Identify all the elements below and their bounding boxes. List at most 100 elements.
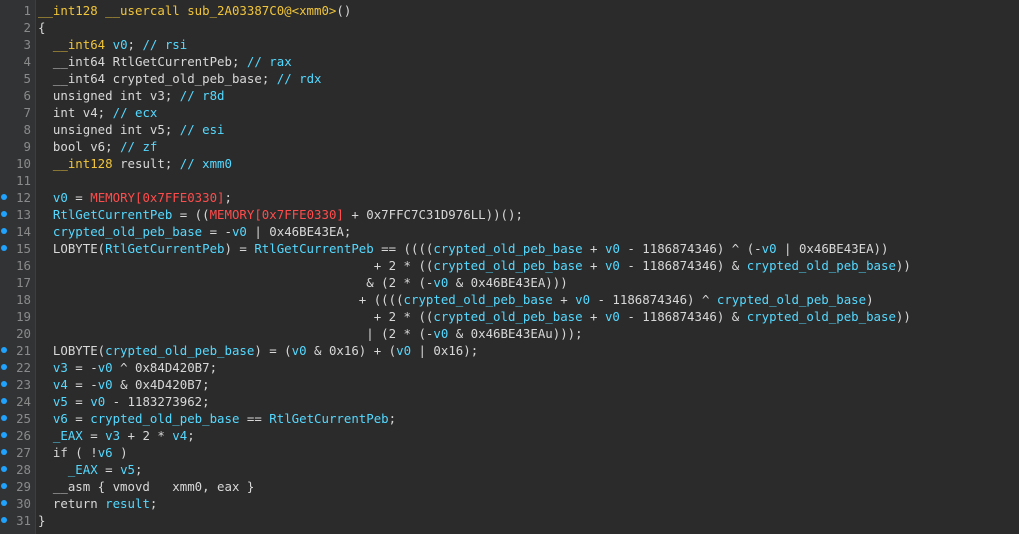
- breakpoint-dot-icon[interactable]: [1, 449, 7, 455]
- code-token[interactable]: ;: [262, 71, 277, 86]
- breakpoint-dot-icon[interactable]: [1, 347, 7, 353]
- code-token[interactable]: ): [113, 445, 127, 460]
- breakpoint-dot-icon[interactable]: [1, 364, 7, 370]
- code-token[interactable]: crypted_old_peb_base: [717, 292, 866, 307]
- code-token[interactable]: crypted_old_peb_base: [747, 309, 896, 324]
- code-token[interactable]: unsigned int v3;: [38, 88, 180, 103]
- code-token[interactable]: v3: [53, 360, 68, 375]
- code-token[interactable]: // ecx: [113, 105, 158, 120]
- code-token[interactable]: v6: [53, 411, 68, 426]
- code-token[interactable]: v4: [53, 377, 68, 392]
- code-token[interactable]: // rsi: [142, 37, 187, 52]
- code-line[interactable]: __int64 v0; // rsi: [38, 36, 187, 53]
- code-token[interactable]: [38, 411, 53, 426]
- code-token[interactable]: crypted_old_peb_base: [105, 343, 254, 358]
- code-token[interactable]: = -: [68, 360, 97, 375]
- code-line[interactable]: LOBYTE(RtlGetCurrentPeb) = RtlGetCurrent…: [38, 240, 889, 257]
- code-token[interactable]: ;: [225, 190, 232, 205]
- code-line[interactable]: v6 = crypted_old_peb_base == RtlGetCurre…: [38, 410, 396, 427]
- code-token[interactable]: - 1186874346) ^ (-: [620, 241, 761, 256]
- code-token[interactable]: +: [583, 258, 605, 273]
- code-line[interactable]: LOBYTE(crypted_old_peb_base) = (v0 & 0x1…: [38, 342, 478, 359]
- code-token[interactable]: [105, 37, 112, 52]
- code-token[interactable]: )): [896, 309, 911, 324]
- code-token[interactable]: __asm { vmovd xmm0, eax }: [38, 479, 254, 494]
- code-line[interactable]: _EAX = v5;: [38, 461, 143, 478]
- code-token[interactable]: v0: [605, 309, 620, 324]
- code-token[interactable]: crypted_old_peb_base: [433, 258, 582, 273]
- code-token[interactable]: v0: [575, 292, 590, 307]
- breakpoint-dot-icon[interactable]: [1, 517, 7, 523]
- breakpoint-dot-icon[interactable]: [1, 245, 7, 251]
- code-token[interactable]: = -: [202, 224, 232, 239]
- code-token[interactable]: LOBYTE(: [38, 241, 105, 256]
- code-token[interactable]: bool v6;: [38, 139, 120, 154]
- code-token[interactable]: | 0x46BE43EA;: [247, 224, 351, 239]
- code-token[interactable]: + ((((: [38, 292, 404, 307]
- code-token[interactable]: ;: [135, 462, 142, 477]
- code-token[interactable]: ) = (: [254, 343, 291, 358]
- code-token[interactable]: RtlGetCurrentPeb: [53, 207, 172, 222]
- code-line[interactable]: __int64 RtlGetCurrentPeb; // rax: [38, 53, 292, 70]
- code-token[interactable]: crypted_old_peb_base: [404, 292, 553, 307]
- code-token[interactable]: v0: [433, 326, 448, 341]
- code-token[interactable]: [38, 190, 53, 205]
- breakpoint-dot-icon[interactable]: [1, 228, 7, 234]
- code-token[interactable]: return: [38, 496, 105, 511]
- breakpoint-dot-icon[interactable]: [1, 466, 7, 472]
- code-token[interactable]: =: [98, 462, 120, 477]
- code-token[interactable]: result;: [113, 156, 180, 171]
- code-line[interactable]: v5 = v0 - 1183273962;: [38, 393, 210, 410]
- code-token[interactable]: // zf: [120, 139, 157, 154]
- code-token[interactable]: {: [38, 20, 45, 35]
- code-token[interactable]: ) =: [225, 241, 255, 256]
- code-line[interactable]: + 2 * ((crypted_old_peb_base + v0 - 1186…: [38, 257, 911, 274]
- code-token[interactable]: - 1186874346) ^: [590, 292, 717, 307]
- code-line[interactable]: v3 = -v0 ^ 0x84D420B7;: [38, 359, 217, 376]
- breakpoint-dot-icon[interactable]: [1, 211, 7, 217]
- code-token[interactable]: MEMORY[0x7FFE0330]: [210, 207, 344, 222]
- code-token[interactable]: ;: [389, 411, 396, 426]
- code-token[interactable]: __int64: [38, 71, 113, 86]
- breakpoint-dot-icon[interactable]: [1, 432, 7, 438]
- code-token[interactable]: v5: [120, 462, 135, 477]
- code-token[interactable]: v0: [292, 343, 307, 358]
- code-token[interactable]: & 0x46BE43EA))): [448, 275, 568, 290]
- code-line[interactable]: __asm { vmovd xmm0, eax }: [38, 478, 254, 495]
- code-token[interactable]: crypted_old_peb_base: [113, 71, 262, 86]
- code-token[interactable]: = -: [68, 377, 97, 392]
- code-token[interactable]: & (2 * (-: [38, 275, 433, 290]
- code-token[interactable]: | (2 * (-: [38, 326, 433, 341]
- code-line[interactable]: v4 = -v0 & 0x4D420B7;: [38, 376, 210, 393]
- code-token[interactable]: - 1186874346) &: [620, 258, 747, 273]
- code-token[interactable]: __int64: [53, 37, 105, 52]
- code-token[interactable]: crypted_old_peb_base: [433, 309, 582, 324]
- code-token[interactable]: MEMORY[0x7FFE0330]: [90, 190, 224, 205]
- code-token[interactable]: crypted_old_peb_base: [90, 411, 239, 426]
- code-token[interactable]: [38, 462, 68, 477]
- code-token[interactable]: )): [896, 258, 911, 273]
- code-token[interactable]: RtlGetCurrentPeb: [113, 54, 232, 69]
- code-token[interactable]: v0: [98, 377, 113, 392]
- code-token[interactable]: | 0x16);: [411, 343, 478, 358]
- code-token[interactable]: crypted_old_peb_base: [433, 241, 582, 256]
- code-token[interactable]: // rdx: [277, 71, 322, 86]
- code-token[interactable]: crypted_old_peb_base: [747, 258, 896, 273]
- code-token[interactable]: v5: [53, 394, 68, 409]
- code-token[interactable]: & 0x16) + (: [307, 343, 396, 358]
- code-token[interactable]: [38, 207, 53, 222]
- code-token[interactable]: [38, 360, 53, 375]
- code-token[interactable]: =: [68, 394, 90, 409]
- code-token[interactable]: v4: [172, 428, 187, 443]
- code-token[interactable]: __int64: [38, 54, 113, 69]
- code-token[interactable]: + 2 * ((: [38, 309, 434, 324]
- code-token[interactable]: v0: [433, 275, 448, 290]
- code-token[interactable]: if ( !: [38, 445, 98, 460]
- code-token[interactable]: = ((: [172, 207, 210, 222]
- code-token[interactable]: ;: [128, 37, 143, 52]
- code-token[interactable]: & 0x4D420B7;: [113, 377, 210, 392]
- code-token[interactable]: =: [68, 411, 90, 426]
- code-token[interactable]: unsigned int v5;: [38, 122, 180, 137]
- code-token[interactable]: =: [68, 190, 90, 205]
- code-token[interactable]: +: [553, 292, 575, 307]
